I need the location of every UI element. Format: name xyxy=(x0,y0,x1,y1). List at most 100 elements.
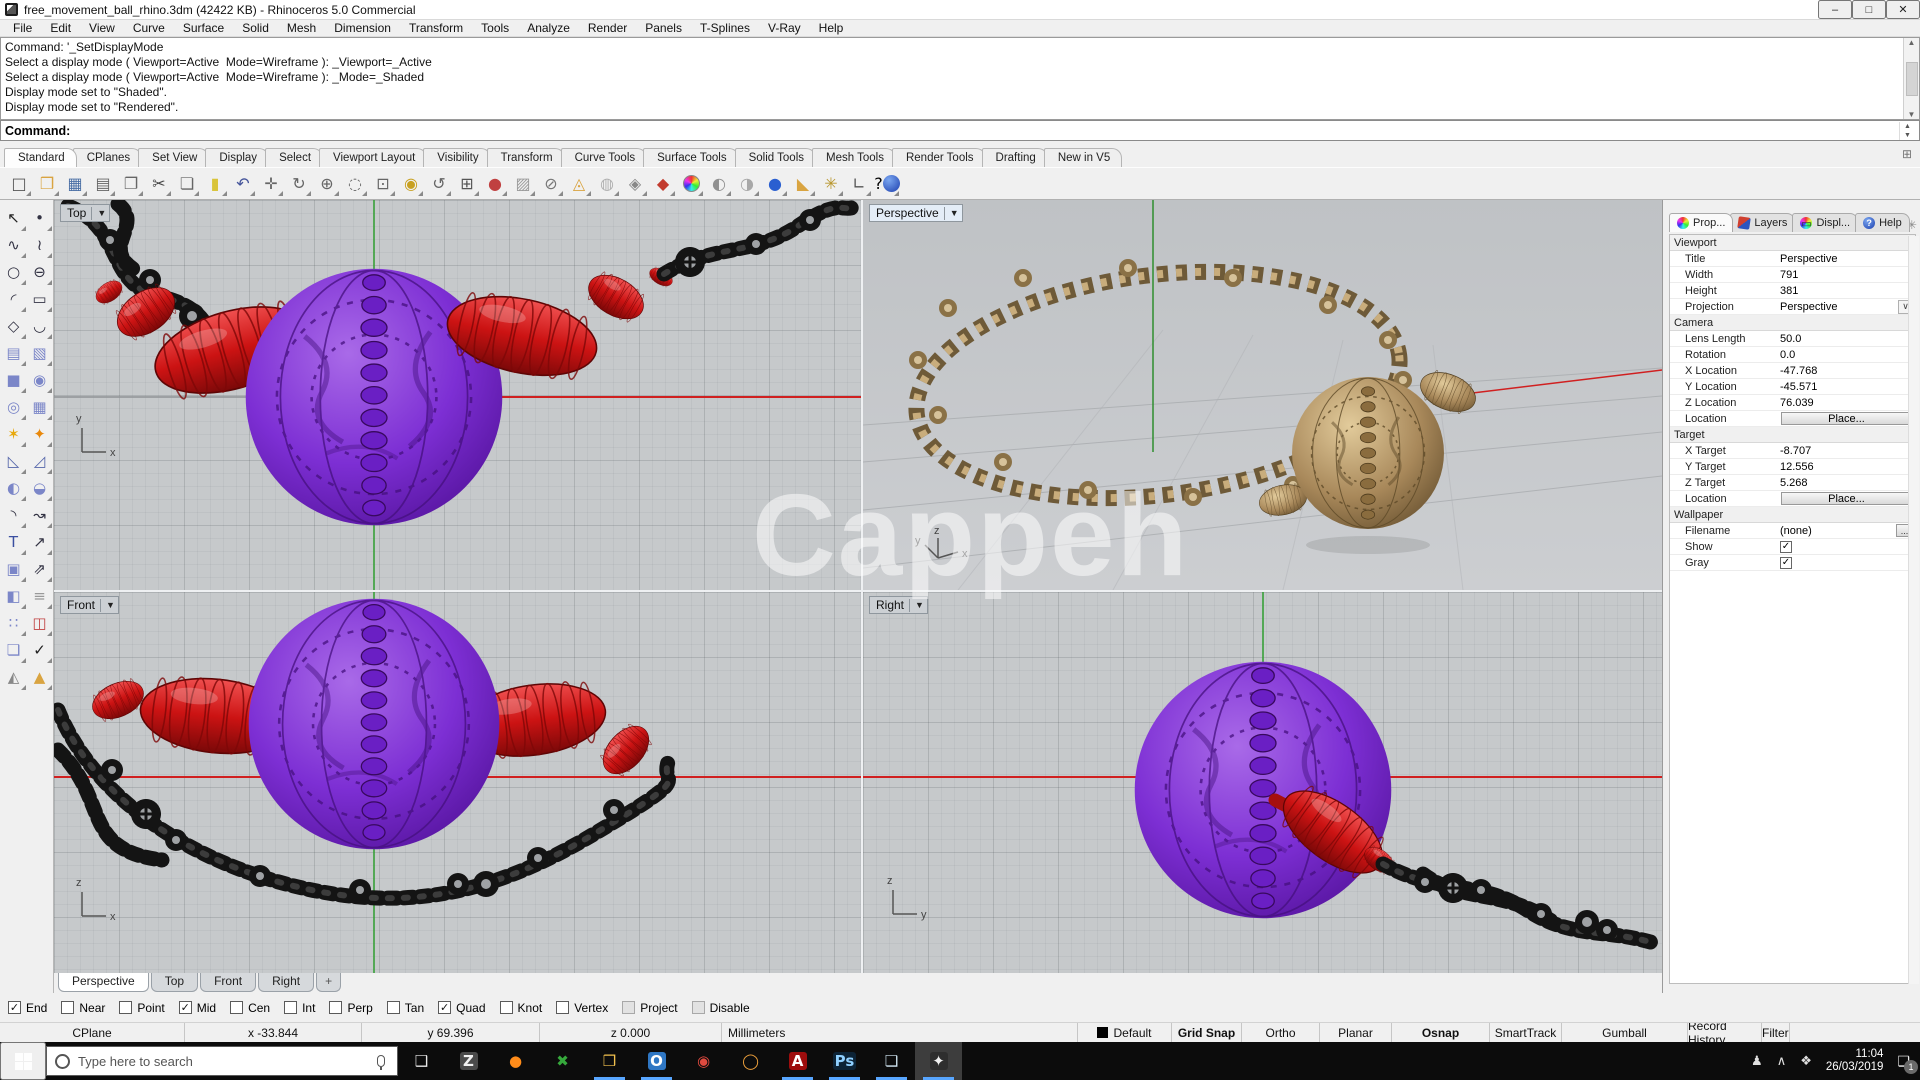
spotlight-icon[interactable]: ◍ xyxy=(594,171,620,197)
viewport-tab[interactable]: Top xyxy=(151,973,198,992)
checkbox[interactable] xyxy=(500,1001,513,1014)
split-tool-icon[interactable]: ◿ xyxy=(27,449,52,474)
insert-block-icon[interactable]: ▣ xyxy=(1,557,26,582)
shaded-display-icon[interactable]: ◐ xyxy=(706,171,732,197)
render-preview-icon[interactable]: ▨ xyxy=(510,171,536,197)
checkbox[interactable] xyxy=(438,1001,451,1014)
property-value[interactable]: -45.571 xyxy=(1780,381,1913,393)
lock-icon[interactable]: ◈ xyxy=(622,171,648,197)
property-value[interactable]: 381 xyxy=(1780,285,1913,297)
panel-tab[interactable]: ? Help xyxy=(1855,213,1910,232)
box-tool-icon[interactable]: ■ xyxy=(1,368,26,393)
task-view-icon[interactable]: ❑ xyxy=(398,1042,445,1080)
pan-hand-icon[interactable]: ✛ xyxy=(258,171,284,197)
checkbox[interactable] xyxy=(119,1001,132,1014)
viewport-tab[interactable]: Perspective xyxy=(58,973,149,992)
status-cell[interactable]: Default xyxy=(1078,1023,1172,1042)
status-cell[interactable]: Gumball xyxy=(1562,1023,1688,1042)
property-row[interactable]: Y Location -45.571 ∨ ... xyxy=(1670,379,1915,395)
viewport-front-canvas[interactable]: z x xyxy=(54,592,861,973)
checkbox[interactable] xyxy=(329,1001,342,1014)
prompt-scroll-buttons[interactable]: ▲▼ xyxy=(1899,122,1915,140)
osnap-toggle[interactable]: Quad xyxy=(438,1001,485,1015)
command-prompt[interactable]: Command: ▲▼ xyxy=(0,120,1920,141)
osnap-toggle[interactable]: Knot xyxy=(500,1001,543,1015)
property-value[interactable]: Place... xyxy=(1781,492,1912,505)
torus-tool-icon[interactable]: ◎ xyxy=(1,395,26,420)
select-tool-icon[interactable]: ↖ xyxy=(1,206,26,231)
osnap-toggle[interactable]: End xyxy=(8,1001,47,1015)
osnap-toggle[interactable]: Mid xyxy=(179,1001,216,1015)
viewport-perspective-canvas[interactable]: y z x xyxy=(863,200,1662,590)
property-row[interactable]: Target ∨ ... xyxy=(1670,427,1915,443)
status-cell[interactable]: Grid Snap xyxy=(1172,1023,1242,1042)
toolbar-tab[interactable]: Transform xyxy=(487,148,565,167)
search-input[interactable] xyxy=(78,1054,369,1069)
property-row[interactable]: Lens Length 50.0 ∨ ... xyxy=(1670,331,1915,347)
viewport-tab[interactable]: Right xyxy=(258,973,314,992)
boolean-difference-icon[interactable]: ◒ xyxy=(27,476,52,501)
checkbox[interactable] xyxy=(230,1001,243,1014)
status-cell[interactable]: Filter xyxy=(1762,1023,1790,1042)
rendered-display-icon[interactable]: ● xyxy=(762,171,788,197)
viewport-tab[interactable]: Front xyxy=(200,973,256,992)
osnap-toggle[interactable]: Tan xyxy=(387,1001,424,1015)
copy-icon[interactable]: ❏ xyxy=(174,171,200,197)
property-value[interactable]: Place... xyxy=(1781,412,1912,425)
menu-item[interactable]: Curve xyxy=(124,21,174,35)
orient-tool-icon[interactable]: ⇗ xyxy=(27,557,52,582)
open-file-icon[interactable]: ❒ xyxy=(34,171,60,197)
panel-tab[interactable]: ▭ Displ... xyxy=(1792,213,1858,232)
zoom-extents-icon[interactable]: ⊕ xyxy=(314,171,340,197)
property-row[interactable]: Location Place... ∨ ... xyxy=(1670,411,1915,427)
property-row[interactable]: Z Location 76.039 ∨ ... xyxy=(1670,395,1915,411)
sphere-tool-icon[interactable]: ◉ xyxy=(27,368,52,393)
property-row[interactable]: Location Place... ∨ ... xyxy=(1670,491,1915,507)
property-value[interactable]: Perspective xyxy=(1780,253,1913,265)
extend-curve-icon[interactable]: ↝ xyxy=(27,503,52,528)
toolbar-tab[interactable]: New in V5 xyxy=(1044,148,1122,167)
acrobat-icon[interactable]: A xyxy=(774,1042,821,1080)
people-icon[interactable]: ♟ xyxy=(1751,1054,1763,1069)
property-row[interactable]: Height 381 ∨ ... xyxy=(1670,283,1915,299)
status-cell[interactable]: y 69.396 xyxy=(362,1023,540,1042)
menu-item[interactable]: Analyze xyxy=(518,21,579,35)
group-tool-icon[interactable]: ❏ xyxy=(1,638,26,663)
checkbox[interactable] xyxy=(61,1001,74,1014)
extract-surface-icon[interactable]: ✦ xyxy=(27,422,52,447)
vray-icon[interactable]: ◆ xyxy=(650,171,676,197)
export-icon[interactable]: ❐ xyxy=(118,171,144,197)
checkbox[interactable] xyxy=(8,1001,21,1014)
property-value[interactable]: 76.039 xyxy=(1780,397,1913,409)
property-value[interactable]: 791 xyxy=(1780,269,1913,281)
toolbar-tab[interactable]: CPlanes xyxy=(73,148,142,167)
status-cell[interactable]: Ortho xyxy=(1242,1023,1320,1042)
zoom-window-icon[interactable]: ⊡ xyxy=(370,171,396,197)
viewport-top-label[interactable]: Top▼ xyxy=(60,204,110,222)
extrude-surface-icon[interactable]: ◧ xyxy=(1,584,26,609)
boolean-union-icon[interactable]: ◐ xyxy=(1,476,26,501)
ellipse-tool-icon[interactable]: ⊖ xyxy=(27,260,52,285)
viewport-layout-icon[interactable]: ⊞ xyxy=(454,171,480,197)
mail-app-icon[interactable]: ◯ xyxy=(727,1042,774,1080)
undo-view-icon[interactable]: ↺ xyxy=(426,171,452,197)
panel-tab[interactable]: Prop... xyxy=(1669,213,1733,232)
paste-icon[interactable]: ▮ xyxy=(202,171,228,197)
osnap-toggle[interactable]: Int xyxy=(284,1001,315,1015)
new-file-icon[interactable]: □ xyxy=(6,171,32,197)
toolbar-tab[interactable]: Curve Tools xyxy=(561,148,648,167)
toolbar-tab[interactable]: Visibility xyxy=(423,148,490,167)
property-row[interactable]: Show ∨ ... xyxy=(1670,539,1915,555)
viewport-front[interactable]: z x Front▼ xyxy=(54,592,861,973)
checkbox[interactable] xyxy=(1780,541,1792,553)
property-value[interactable]: Perspective xyxy=(1780,301,1896,313)
maximize-button[interactable]: □ xyxy=(1852,0,1886,19)
notes-app-icon[interactable]: ❏ xyxy=(868,1042,915,1080)
menu-item[interactable]: Surface xyxy=(174,21,233,35)
circle-tool-icon[interactable]: ○ xyxy=(1,260,26,285)
viewport-top-canvas[interactable]: y x xyxy=(54,200,861,590)
property-row[interactable]: X Target -8.707 ∨ ... xyxy=(1670,443,1915,459)
menu-item[interactable]: V-Ray xyxy=(759,21,810,35)
osnap-toggle[interactable]: Project xyxy=(622,1001,677,1015)
chevron-up-icon[interactable]: ∧ xyxy=(1777,1054,1787,1069)
